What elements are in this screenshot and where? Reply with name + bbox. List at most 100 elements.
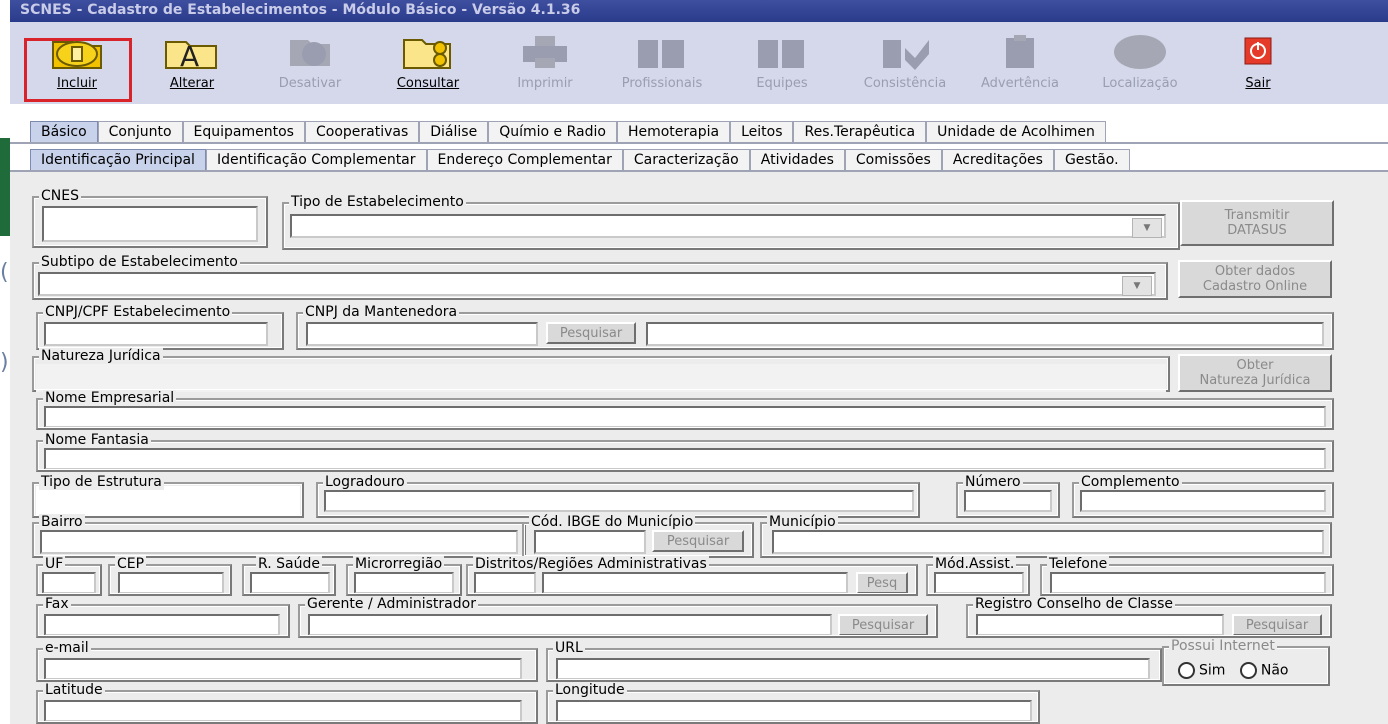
cep-input[interactable] <box>118 572 224 594</box>
pesquisar-gerente-button[interactable]: Pesquisar <box>838 614 928 636</box>
natureza-juridica-button-label: Natureza Jurídica <box>1199 373 1311 388</box>
tab-sub-3[interactable]: Caracterização <box>622 149 750 171</box>
sub-tab-strip: Identificação Principal Identificação Com… <box>10 144 1388 171</box>
distrito-name-input[interactable] <box>542 572 848 594</box>
profissionais-button[interactable]: Profissionais <box>607 32 717 112</box>
tipo-estrutura-label: Tipo de Estrutura <box>39 474 164 490</box>
natureza-juridica-field[interactable] <box>36 364 1166 392</box>
municipio-input[interactable] <box>772 530 1324 554</box>
equipes-label: Equipes <box>756 76 808 91</box>
tab-main-5[interactable]: Químio e Radio <box>488 121 617 143</box>
mantenedora-name-input[interactable] <box>646 322 1324 346</box>
complemento-input[interactable] <box>1080 490 1326 512</box>
folder-edit-icon: A <box>137 32 247 72</box>
profissionais-label: Profissionais <box>621 76 703 91</box>
tipo-estabelecimento-select[interactable]: ▼ <box>290 214 1166 238</box>
uf-input[interactable] <box>42 572 96 594</box>
incluir-button[interactable]: Incluir <box>22 32 132 112</box>
tab-main-4[interactable]: Diálise <box>419 121 489 143</box>
tab-main-0[interactable]: Básico <box>30 121 98 143</box>
desativar-button[interactable]: Desativar <box>255 32 365 112</box>
cep-label: CEP <box>115 556 147 572</box>
radio-sim[interactable] <box>1178 662 1195 679</box>
tab-sub-5[interactable]: Comissões <box>844 149 942 171</box>
uf-label: UF <box>43 556 66 572</box>
radio-nao[interactable] <box>1239 662 1257 679</box>
obter-natureza-button[interactable]: Obter Natureza Jurídica <box>1178 354 1332 392</box>
email-label: e-mail <box>43 640 91 656</box>
obter-dados-button[interactable]: Obter dados Cadastro Online <box>1178 260 1332 298</box>
distrito-code-input[interactable] <box>474 572 536 594</box>
window-title: SCNES - Cadastro de Estabelecimentos - M… <box>10 0 1388 22</box>
fax-input[interactable] <box>44 614 280 636</box>
pesquisar-mantenedora-button[interactable]: Pesquisar <box>546 322 636 344</box>
tab-sub-4[interactable]: Atividades <box>749 149 845 171</box>
microrregiao-label: Microrregião <box>353 556 445 572</box>
sair-button[interactable]: Sair <box>1203 32 1313 112</box>
imprimir-button[interactable]: Imprimir <box>490 32 600 112</box>
url-group: URL <box>546 640 1162 682</box>
microrregiao-input[interactable] <box>354 572 454 594</box>
logradouro-input[interactable] <box>324 490 914 512</box>
pesquisar-registro-button[interactable]: Pesquisar <box>1232 614 1322 636</box>
cnpj-cpf-input[interactable] <box>44 322 268 346</box>
people-icon <box>607 32 717 72</box>
url-label: URL <box>553 640 585 656</box>
natureza-juridica-label: Natureza Jurídica <box>39 348 163 364</box>
tab-main-8[interactable]: Res.Terapêutica <box>793 121 927 143</box>
cod-ibge-input[interactable] <box>534 530 646 554</box>
consultar-button[interactable]: Consultar <box>373 32 483 112</box>
gerente-input[interactable] <box>308 614 832 636</box>
email-input[interactable] <box>44 658 522 680</box>
numero-input[interactable] <box>964 490 1052 512</box>
tab-main-1[interactable]: Conjunto <box>97 121 183 143</box>
tab-sub-6[interactable]: Acreditações <box>941 149 1054 171</box>
tab-main-3[interactable]: Cooperativas <box>304 121 420 143</box>
nome-empresarial-input[interactable] <box>44 406 1326 428</box>
cnpj-mantenedora-input[interactable] <box>306 322 538 346</box>
mod-assist-input[interactable] <box>934 572 1024 594</box>
r-saude-group: R. Saúde <box>242 556 336 596</box>
tab-main-6[interactable]: Hemoterapia <box>616 121 731 143</box>
subtipo-select[interactable]: ▼ <box>38 272 1156 296</box>
numero-label: Número <box>963 474 1023 490</box>
chevron-down-icon[interactable]: ▼ <box>1122 276 1152 296</box>
telefone-input[interactable] <box>1050 572 1326 594</box>
bairro-input[interactable] <box>40 530 518 554</box>
email-group: e-mail <box>36 640 538 682</box>
tab-main-2[interactable]: Equipamentos <box>182 121 305 143</box>
tipo-estrutura-field[interactable] <box>36 486 300 516</box>
longitude-group: Longitude <box>546 682 1040 724</box>
chevron-down-icon[interactable]: ▼ <box>1132 218 1162 238</box>
tab-sub-0[interactable]: Identificação Principal <box>30 149 206 171</box>
tab-main-7[interactable]: Leitos <box>730 121 794 143</box>
registro-conselho-input[interactable] <box>976 614 1224 636</box>
pesq-distritos-button[interactable]: Pesq <box>856 572 908 594</box>
r-saude-input[interactable] <box>250 572 330 594</box>
advertencia-button[interactable]: Advertência <box>965 32 1075 112</box>
nome-fantasia-group: Nome Fantasia <box>36 432 1334 472</box>
transmitir-datasus-button[interactable]: Transmitir DATASUS <box>1180 200 1334 246</box>
cnpj-cpf-label: CNPJ/CPF Estabelecimento <box>43 304 233 320</box>
tab-sub-2[interactable]: Endereço Complementar <box>426 149 623 171</box>
cnes-input[interactable] <box>42 206 258 242</box>
nome-fantasia-input[interactable] <box>44 448 1326 470</box>
pesquisar-ibge-button[interactable]: Pesquisar <box>652 530 744 552</box>
longitude-label: Longitude <box>553 682 627 698</box>
equipes-button[interactable]: Equipes <box>727 32 837 112</box>
latitude-input[interactable] <box>44 700 522 722</box>
localizacao-button[interactable]: Localização <box>1085 32 1195 112</box>
cnes-group: CNES <box>32 188 268 248</box>
longitude-input[interactable] <box>556 700 1032 722</box>
url-input[interactable] <box>556 658 1150 680</box>
tab-main-9[interactable]: Unidade de Acolhimen <box>926 121 1106 143</box>
globe-icon <box>1085 32 1195 72</box>
tab-sub-1[interactable]: Identificação Complementar <box>205 149 427 171</box>
subtipo-label: Subtipo de Estabelecimento <box>39 254 240 270</box>
tab-sub-7[interactable]: Gestão. <box>1053 149 1130 171</box>
consistencia-button[interactable]: Consistência <box>850 32 960 112</box>
incluir-label: Incluir <box>56 76 98 91</box>
microrregiao-group: Microrregião <box>346 556 462 596</box>
power-icon <box>1203 32 1313 72</box>
alterar-button[interactable]: A Alterar <box>137 32 247 112</box>
